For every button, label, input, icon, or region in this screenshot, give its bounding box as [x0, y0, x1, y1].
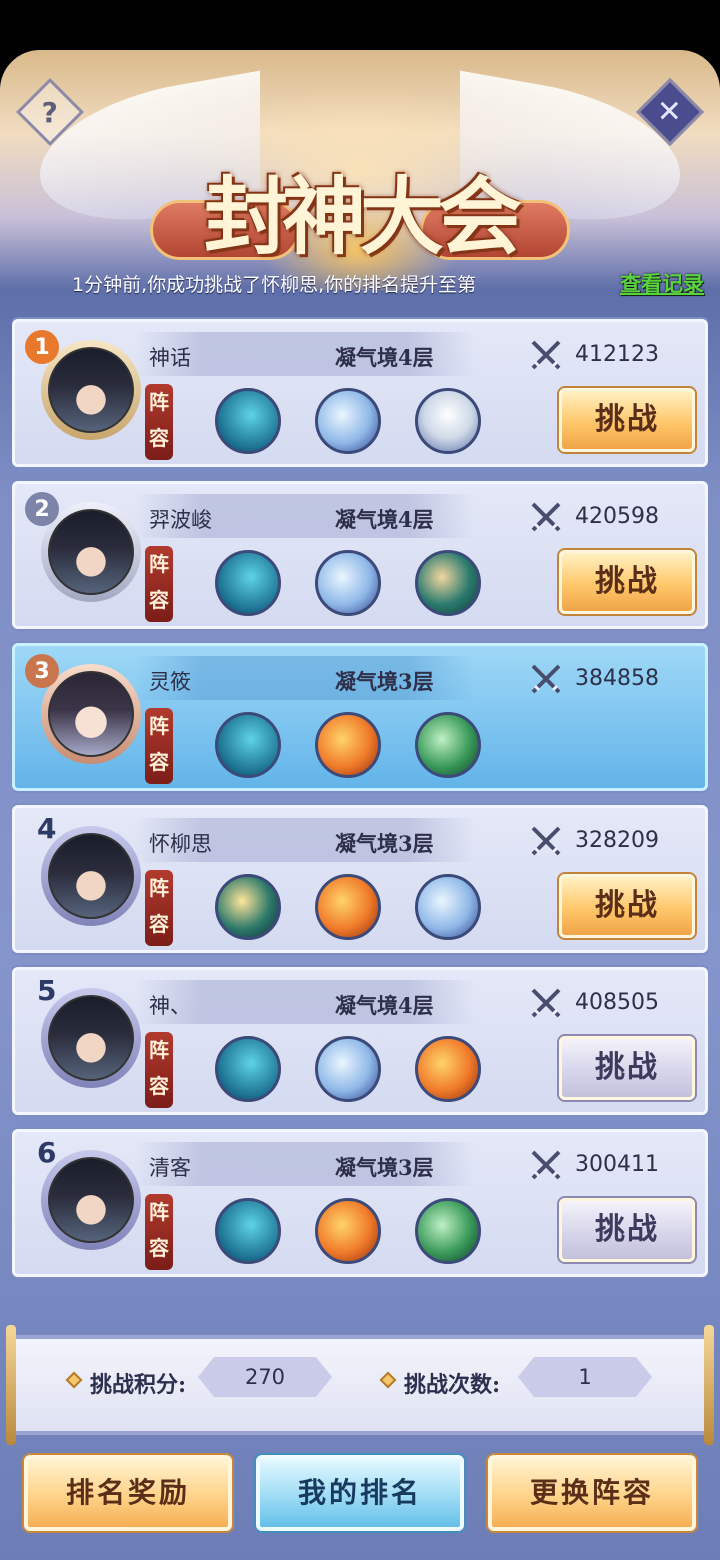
beast-whale-icon[interactable] — [215, 1198, 281, 1264]
beast-green-icon[interactable] — [415, 1198, 481, 1264]
battle-power: 328209 — [575, 828, 659, 853]
change-lineup-button[interactable]: 更换阵容 — [488, 1455, 696, 1531]
rank-rewards-button[interactable]: 排名奖励 — [24, 1455, 232, 1531]
challenge-count-label: 挑战次数: — [404, 1372, 501, 1398]
beast-ice-icon[interactable] — [315, 1036, 381, 1102]
battle-power: 412123 — [575, 342, 659, 367]
beast-ice-icon[interactable] — [415, 874, 481, 940]
beast-whale-icon[interactable] — [215, 712, 281, 778]
avatar — [48, 833, 134, 919]
beast-whale-icon[interactable] — [215, 1036, 281, 1102]
rank-number: 4 — [37, 812, 57, 845]
beast-ice-icon[interactable] — [315, 388, 381, 454]
realm-level: 凝气境3层 — [335, 1155, 434, 1180]
avatar — [48, 1157, 134, 1243]
realm-level: 凝气境4层 — [335, 507, 434, 532]
challenge-points-label: 挑战积分: — [90, 1372, 187, 1398]
lineup-tag: 阵容 — [145, 384, 173, 460]
arena-panel: 封神大会 ? ✕ 1分钟前,你成功挑战了怀柳思,你的排名提升至第 查看记录 1 … — [0, 50, 720, 1560]
rank-row[interactable]: 5 神、 凝气境4层 408505 阵容 挑战 — [12, 967, 708, 1115]
lineup-tag: 阵容 — [145, 1194, 173, 1270]
crossed-swords-icon — [531, 988, 561, 1018]
beast-tiger-icon[interactable] — [415, 388, 481, 454]
beast-green-icon[interactable] — [415, 712, 481, 778]
rank-row[interactable]: 3 灵筱 凝气境3层 384858 阵容 — [12, 643, 708, 791]
lineup-tag: 阵容 — [145, 546, 173, 622]
realm-level: 凝气境3层 — [335, 831, 434, 856]
beast-fire-icon[interactable] — [415, 1036, 481, 1102]
crossed-swords-icon — [531, 1150, 561, 1180]
beast-jade-icon[interactable] — [215, 874, 281, 940]
my-rank-button[interactable]: 我的排名 — [256, 1455, 464, 1531]
rank-row[interactable]: 4 怀柳思 凝气境3层 328209 阵容 挑战 — [12, 805, 708, 953]
challenge-button[interactable]: 挑战 — [559, 550, 695, 614]
player-name: 羿波峻 — [149, 508, 212, 532]
challenge-button[interactable]: 挑战 — [559, 874, 695, 938]
beast-whale-icon[interactable] — [215, 388, 281, 454]
challenge-stats-bar: 挑战积分: 270 挑战次数: 1 — [6, 1325, 714, 1445]
rank-badge: 2 — [25, 492, 59, 526]
player-name: 怀柳思 — [149, 832, 212, 856]
beast-teal-icon[interactable] — [415, 550, 481, 616]
avatar — [48, 995, 134, 1081]
avatar — [48, 347, 134, 433]
player-name: 灵筱 — [149, 670, 191, 694]
diamond-icon — [379, 1371, 397, 1389]
header-banner: 封神大会 ? ✕ — [0, 50, 720, 290]
lineup-tag: 阵容 — [145, 708, 173, 784]
beast-fire-icon[interactable] — [315, 712, 381, 778]
beast-fire-icon[interactable] — [315, 874, 381, 940]
crossed-swords-icon — [531, 826, 561, 856]
avatar — [48, 671, 134, 757]
challenge-button[interactable]: 挑战 — [559, 388, 695, 452]
notice-bar: 1分钟前,你成功挑战了怀柳思,你的排名提升至第 查看记录 — [0, 268, 720, 302]
crossed-swords-icon — [531, 502, 561, 532]
battle-power: 420598 — [575, 504, 659, 529]
lineup-tag: 阵容 — [145, 1032, 173, 1108]
page-title: 封神大会 — [203, 167, 522, 266]
challenge-button[interactable]: 挑战 — [559, 1198, 695, 1262]
notice-text: 1分钟前,你成功挑战了怀柳思,你的排名提升至第 — [72, 274, 477, 296]
battle-power: 300411 — [575, 1152, 659, 1177]
beast-whale-icon[interactable] — [215, 550, 281, 616]
question-icon: ? — [41, 95, 59, 129]
battle-power: 384858 — [575, 666, 659, 691]
realm-level: 凝气境4层 — [335, 345, 434, 370]
diamond-icon — [65, 1371, 83, 1389]
beast-ice-icon[interactable] — [315, 550, 381, 616]
avatar — [48, 509, 134, 595]
beast-fire-icon[interactable] — [315, 1198, 381, 1264]
crossed-swords-icon — [531, 340, 561, 370]
player-name: 神话 — [149, 346, 191, 370]
crossed-swords-icon — [531, 664, 561, 694]
battle-power: 408505 — [575, 990, 659, 1015]
challenge-points-value: 270 — [198, 1357, 332, 1397]
player-name: 神、 — [149, 994, 191, 1018]
rank-number: 5 — [37, 974, 57, 1007]
view-record-link[interactable]: 查看记录 — [620, 268, 704, 298]
rank-row[interactable]: 1 神话 凝气境4层 412123 阵容 挑战 — [12, 319, 708, 467]
challenge-button[interactable]: 挑战 — [559, 1036, 695, 1100]
realm-level: 凝气境3层 — [335, 669, 434, 694]
rank-number: 6 — [37, 1136, 57, 1169]
lineup-tag: 阵容 — [145, 870, 173, 946]
ranking-list[interactable]: 1 神话 凝气境4层 412123 阵容 挑战 2 羿波峻 凝气境4层 4205… — [12, 315, 708, 1315]
player-name: 清客 — [149, 1156, 191, 1180]
realm-level: 凝气境4层 — [335, 993, 434, 1018]
rank-badge: 3 — [25, 654, 59, 688]
rank-row[interactable]: 2 羿波峻 凝气境4层 420598 阵容 挑战 — [12, 481, 708, 629]
challenge-count-value: 1 — [518, 1357, 652, 1397]
close-icon: ✕ — [657, 94, 683, 130]
rank-row[interactable]: 6 清客 凝气境3层 300411 阵容 挑战 — [12, 1129, 708, 1277]
rank-badge: 1 — [25, 330, 59, 364]
